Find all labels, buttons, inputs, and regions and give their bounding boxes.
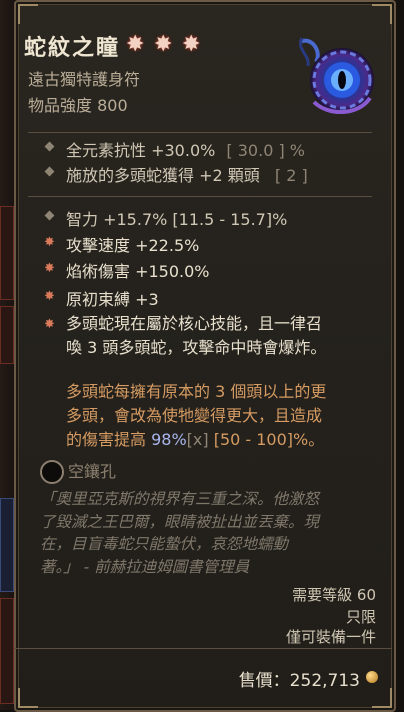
stat-line: 原初束縛 +3 — [66, 290, 159, 309]
aspect-text: 的傷害提高 — [66, 430, 152, 449]
aspect-bonus: 多頭蛇每擁有原本的 3 個頭以上的更 多頭，會改為使牠變得更大，且造成 的傷害提… — [66, 380, 326, 452]
implicit-stat: 施放的多頭蛇獲得 +2 顆頭 [ 2 ] — [66, 162, 308, 186]
empty-socket-icon — [40, 460, 64, 484]
inventory-slot[interactable] — [0, 306, 14, 364]
implicit-stat-range: [ 2 ] — [274, 166, 308, 185]
aspect-multiplier: [x] — [186, 430, 209, 449]
sell-price: 售價：252,713 — [238, 671, 360, 691]
aspect-line: 的傷害提高 98%[x] [50 - 100]%。 — [66, 428, 326, 452]
star-bullet-icon: ✸ — [44, 289, 55, 304]
aspect-line: 多頭蛇每擁有原本的 3 個頭以上的更 — [66, 382, 327, 401]
aspect-description: 多頭蛇現在屬於核心技能，且一律召 喚 3 頭多頭蛇，攻擊命中時會爆炸。 — [66, 312, 326, 360]
frame-corner — [372, 688, 392, 708]
item-name: 蛇紋之瞳 — [24, 36, 121, 61]
divider — [28, 196, 372, 197]
stat-line: 智力 +15.7% [11.5 - 15.7]% — [66, 210, 288, 229]
unique-equip-label: 僅可裝備一件 — [285, 628, 376, 646]
stat-line: 攻擊速度 +22.5% — [66, 236, 200, 255]
implicit-stat-text: 全元素抗性 +30.0% — [66, 141, 216, 160]
implicit-stat-text: 施放的多頭蛇獲得 +2 顆頭 — [66, 166, 260, 185]
star-bullet-icon: ✸ — [44, 261, 55, 276]
divider — [14, 648, 392, 649]
star-icon — [126, 32, 148, 57]
bound-label: 只限 — [345, 608, 376, 626]
implicit-stat: 全元素抗性 +30.0% [ 30.0 ] % — [66, 137, 305, 161]
required-level: 需要等級 60 — [292, 586, 376, 604]
lore-line: 在，目盲毒蛇只能蟄伏，哀怨地蠕動 — [40, 535, 289, 553]
lore-line: 了毀滅之王巴爾，眼睛被扯出並丟棄。現 — [40, 512, 320, 531]
star-icon — [182, 32, 204, 57]
stat-line: 焰術傷害 +150.0% — [66, 262, 210, 281]
inventory-slot[interactable] — [0, 498, 14, 592]
inventory-edge — [0, 0, 14, 710]
lore-line: 著。」 - 前赫拉迪姆圖書管理員 — [40, 557, 250, 576]
item-title-row: 蛇紋之瞳 — [24, 30, 204, 62]
star-bullet-icon: ✸ — [44, 317, 55, 332]
frame-corner — [18, 4, 38, 24]
inventory-slot[interactable] — [0, 206, 14, 300]
serpent-eye-amulet-icon — [299, 37, 374, 115]
frame-corner — [372, 4, 392, 24]
aspect-range: [50 - 100]%。 — [208, 430, 325, 449]
divider — [28, 132, 372, 133]
aspect-value: 98% — [151, 430, 187, 449]
item-type: 遠古獨特護身符 — [28, 70, 141, 89]
star-bullet-icon: ✸ — [44, 235, 55, 250]
frame-corner — [18, 688, 38, 708]
inventory-slot[interactable] — [0, 598, 14, 704]
star-icon — [154, 32, 176, 57]
implicit-stat-range: [ 30.0 ] % — [226, 141, 305, 160]
item-power: 物品強度 800 — [28, 96, 128, 115]
gold-coin-icon — [366, 671, 378, 683]
lore-text: 「奧里亞克斯的視界有三重之深。他激怒 了毀滅之王巴爾，眼睛被扯出並丟棄。現 在，… — [40, 488, 376, 578]
lore-line: 「奧里亞克斯的視界有三重之深。他激怒 — [40, 490, 320, 508]
aspect-line: 多頭蛇現在屬於核心技能，且一律召 — [66, 314, 323, 333]
aspect-line: 多頭，會改為使牠變得更大，且造成 — [66, 406, 323, 425]
aspect-line: 喚 3 頭多頭蛇，攻擊命中時會爆炸。 — [66, 338, 327, 357]
socket-label: 空鑲孔 — [68, 462, 117, 481]
